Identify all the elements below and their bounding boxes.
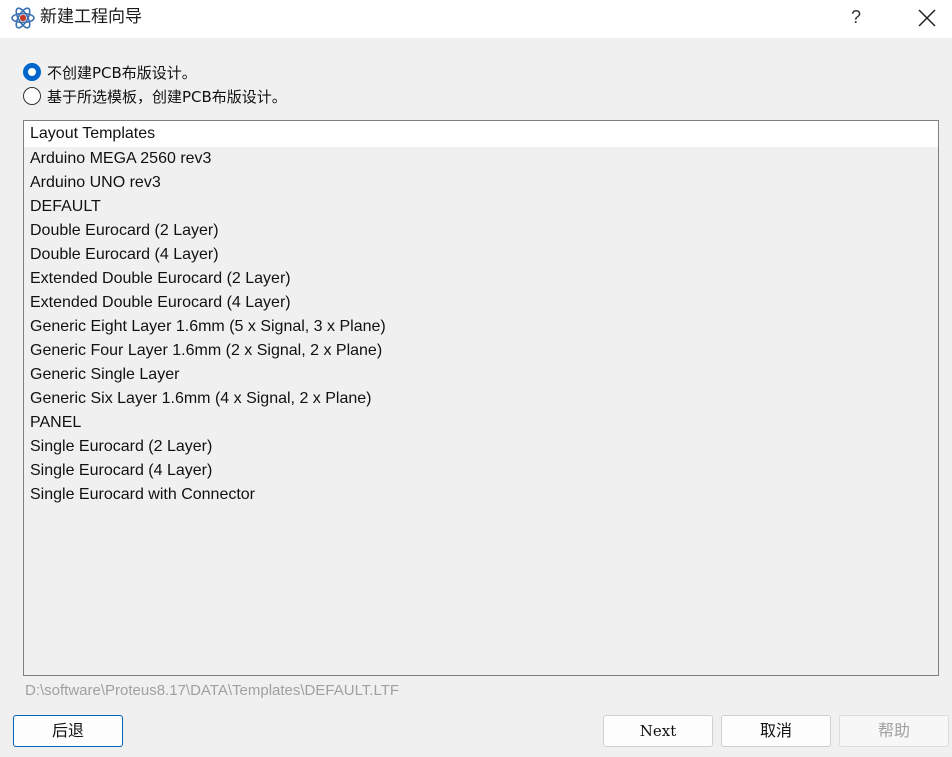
close-icon[interactable] — [904, 0, 950, 36]
radio-from-template-label: 基于所选模板，创建PCB布版设计。 — [47, 88, 287, 106]
radio-no-pcb-label: 不创建PCB布版设计。 — [47, 64, 197, 82]
next-button[interactable]: Next — [603, 715, 713, 747]
window-title: 新建工程向导 — [40, 7, 142, 27]
list-item[interactable]: Extended Double Eurocard (2 Layer) — [24, 267, 938, 291]
list-item[interactable]: Generic Single Layer — [24, 363, 938, 387]
list-item[interactable]: Extended Double Eurocard (4 Layer) — [24, 291, 938, 315]
list-item[interactable]: Generic Eight Layer 1.6mm (5 x Signal, 3… — [24, 315, 938, 339]
list-item[interactable]: Single Eurocard with Connector — [24, 483, 938, 507]
cancel-button[interactable]: 取消 — [721, 715, 831, 747]
list-item[interactable]: Double Eurocard (2 Layer) — [24, 219, 938, 243]
list-item[interactable]: Single Eurocard (2 Layer) — [24, 435, 938, 459]
list-item[interactable]: Arduino MEGA 2560 rev3 — [24, 147, 938, 171]
help-icon[interactable]: ? — [836, 0, 876, 36]
radio-checked-icon[interactable] — [23, 63, 41, 81]
list-item[interactable]: Generic Four Layer 1.6mm (2 x Signal, 2 … — [24, 339, 938, 363]
list-item[interactable]: Generic Six Layer 1.6mm (4 x Signal, 2 x… — [24, 387, 938, 411]
list-header: Layout Templates — [24, 121, 938, 147]
list-item[interactable]: Arduino UNO rev3 — [24, 171, 938, 195]
title-bar: 新建工程向导 ? — [0, 0, 952, 38]
proteus-atom-icon — [10, 6, 36, 30]
help-button[interactable]: 帮助 — [839, 715, 949, 747]
template-path: D:\software\Proteus8.17\DATA\Templates\D… — [25, 682, 400, 699]
list-item[interactable]: DEFAULT — [24, 195, 938, 219]
list-item[interactable]: Double Eurocard (4 Layer) — [24, 243, 938, 267]
back-button[interactable]: 后退 — [13, 715, 123, 747]
list-item[interactable]: PANEL — [24, 411, 938, 435]
list-item[interactable]: Single Eurocard (4 Layer) — [24, 459, 938, 483]
template-listbox[interactable]: Layout Templates Arduino MEGA 2560 rev3 … — [23, 120, 939, 676]
radio-unchecked-icon[interactable] — [23, 87, 41, 105]
